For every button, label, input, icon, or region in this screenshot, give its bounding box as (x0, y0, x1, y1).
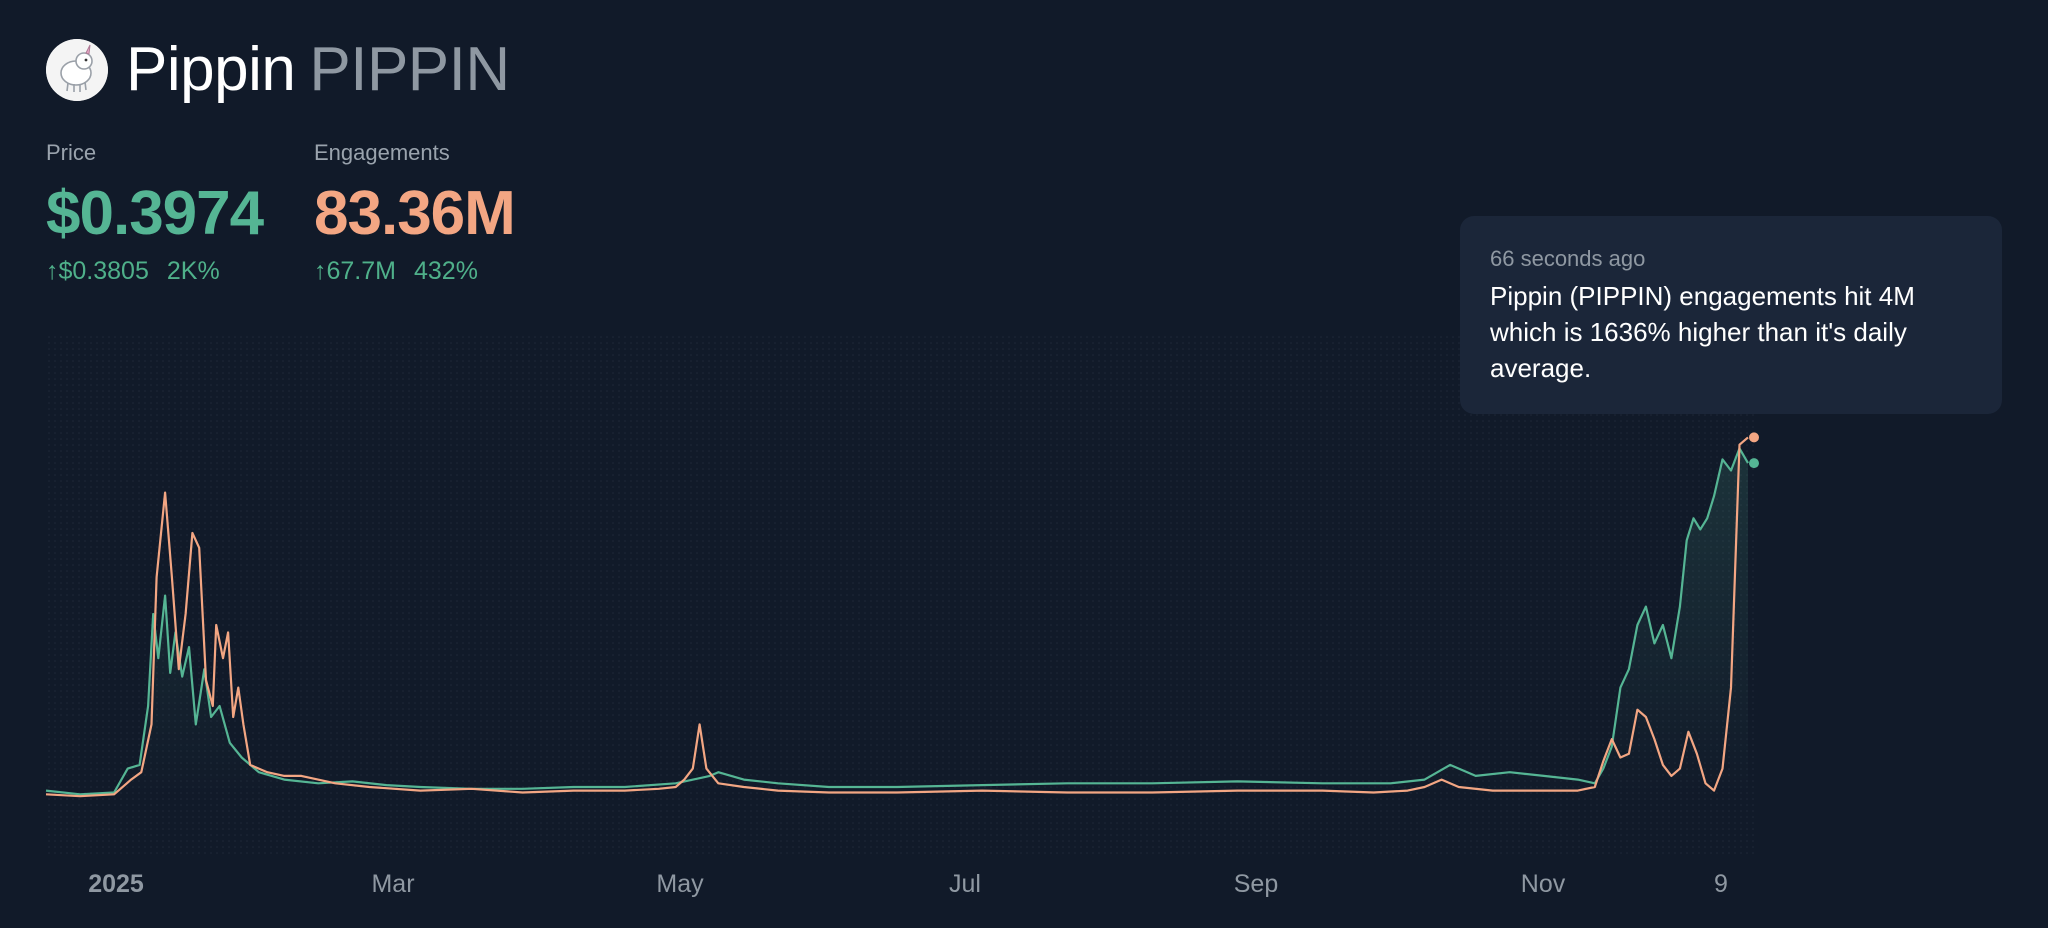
x-tick-label: Sep (1234, 870, 1278, 898)
x-axis: 2025 Mar May Jul Sep Nov 9 (88, 870, 1728, 898)
price-last-point[interactable] (1749, 458, 1759, 469)
x-tick-label: Mar (371, 870, 414, 898)
x-tick-label: Jul (949, 870, 981, 898)
engagements-last-point[interactable] (1749, 432, 1759, 443)
x-tick-label: 2025 (88, 870, 144, 898)
alert-time: 66 seconds ago (1490, 246, 1646, 271)
price-engagement-chart[interactable]: 2025 Mar May Jul Sep Nov 9 (0, 0, 2048, 928)
x-tick-label: 9 (1714, 870, 1728, 898)
alert-tooltip: 66 seconds ago Pippin (PIPPIN) engagemen… (1460, 216, 2002, 414)
x-tick-label: Nov (1521, 870, 1566, 898)
x-tick-label: May (656, 870, 704, 898)
alert-message: Pippin (PIPPIN) engagements hit 4M which… (1490, 281, 1915, 383)
